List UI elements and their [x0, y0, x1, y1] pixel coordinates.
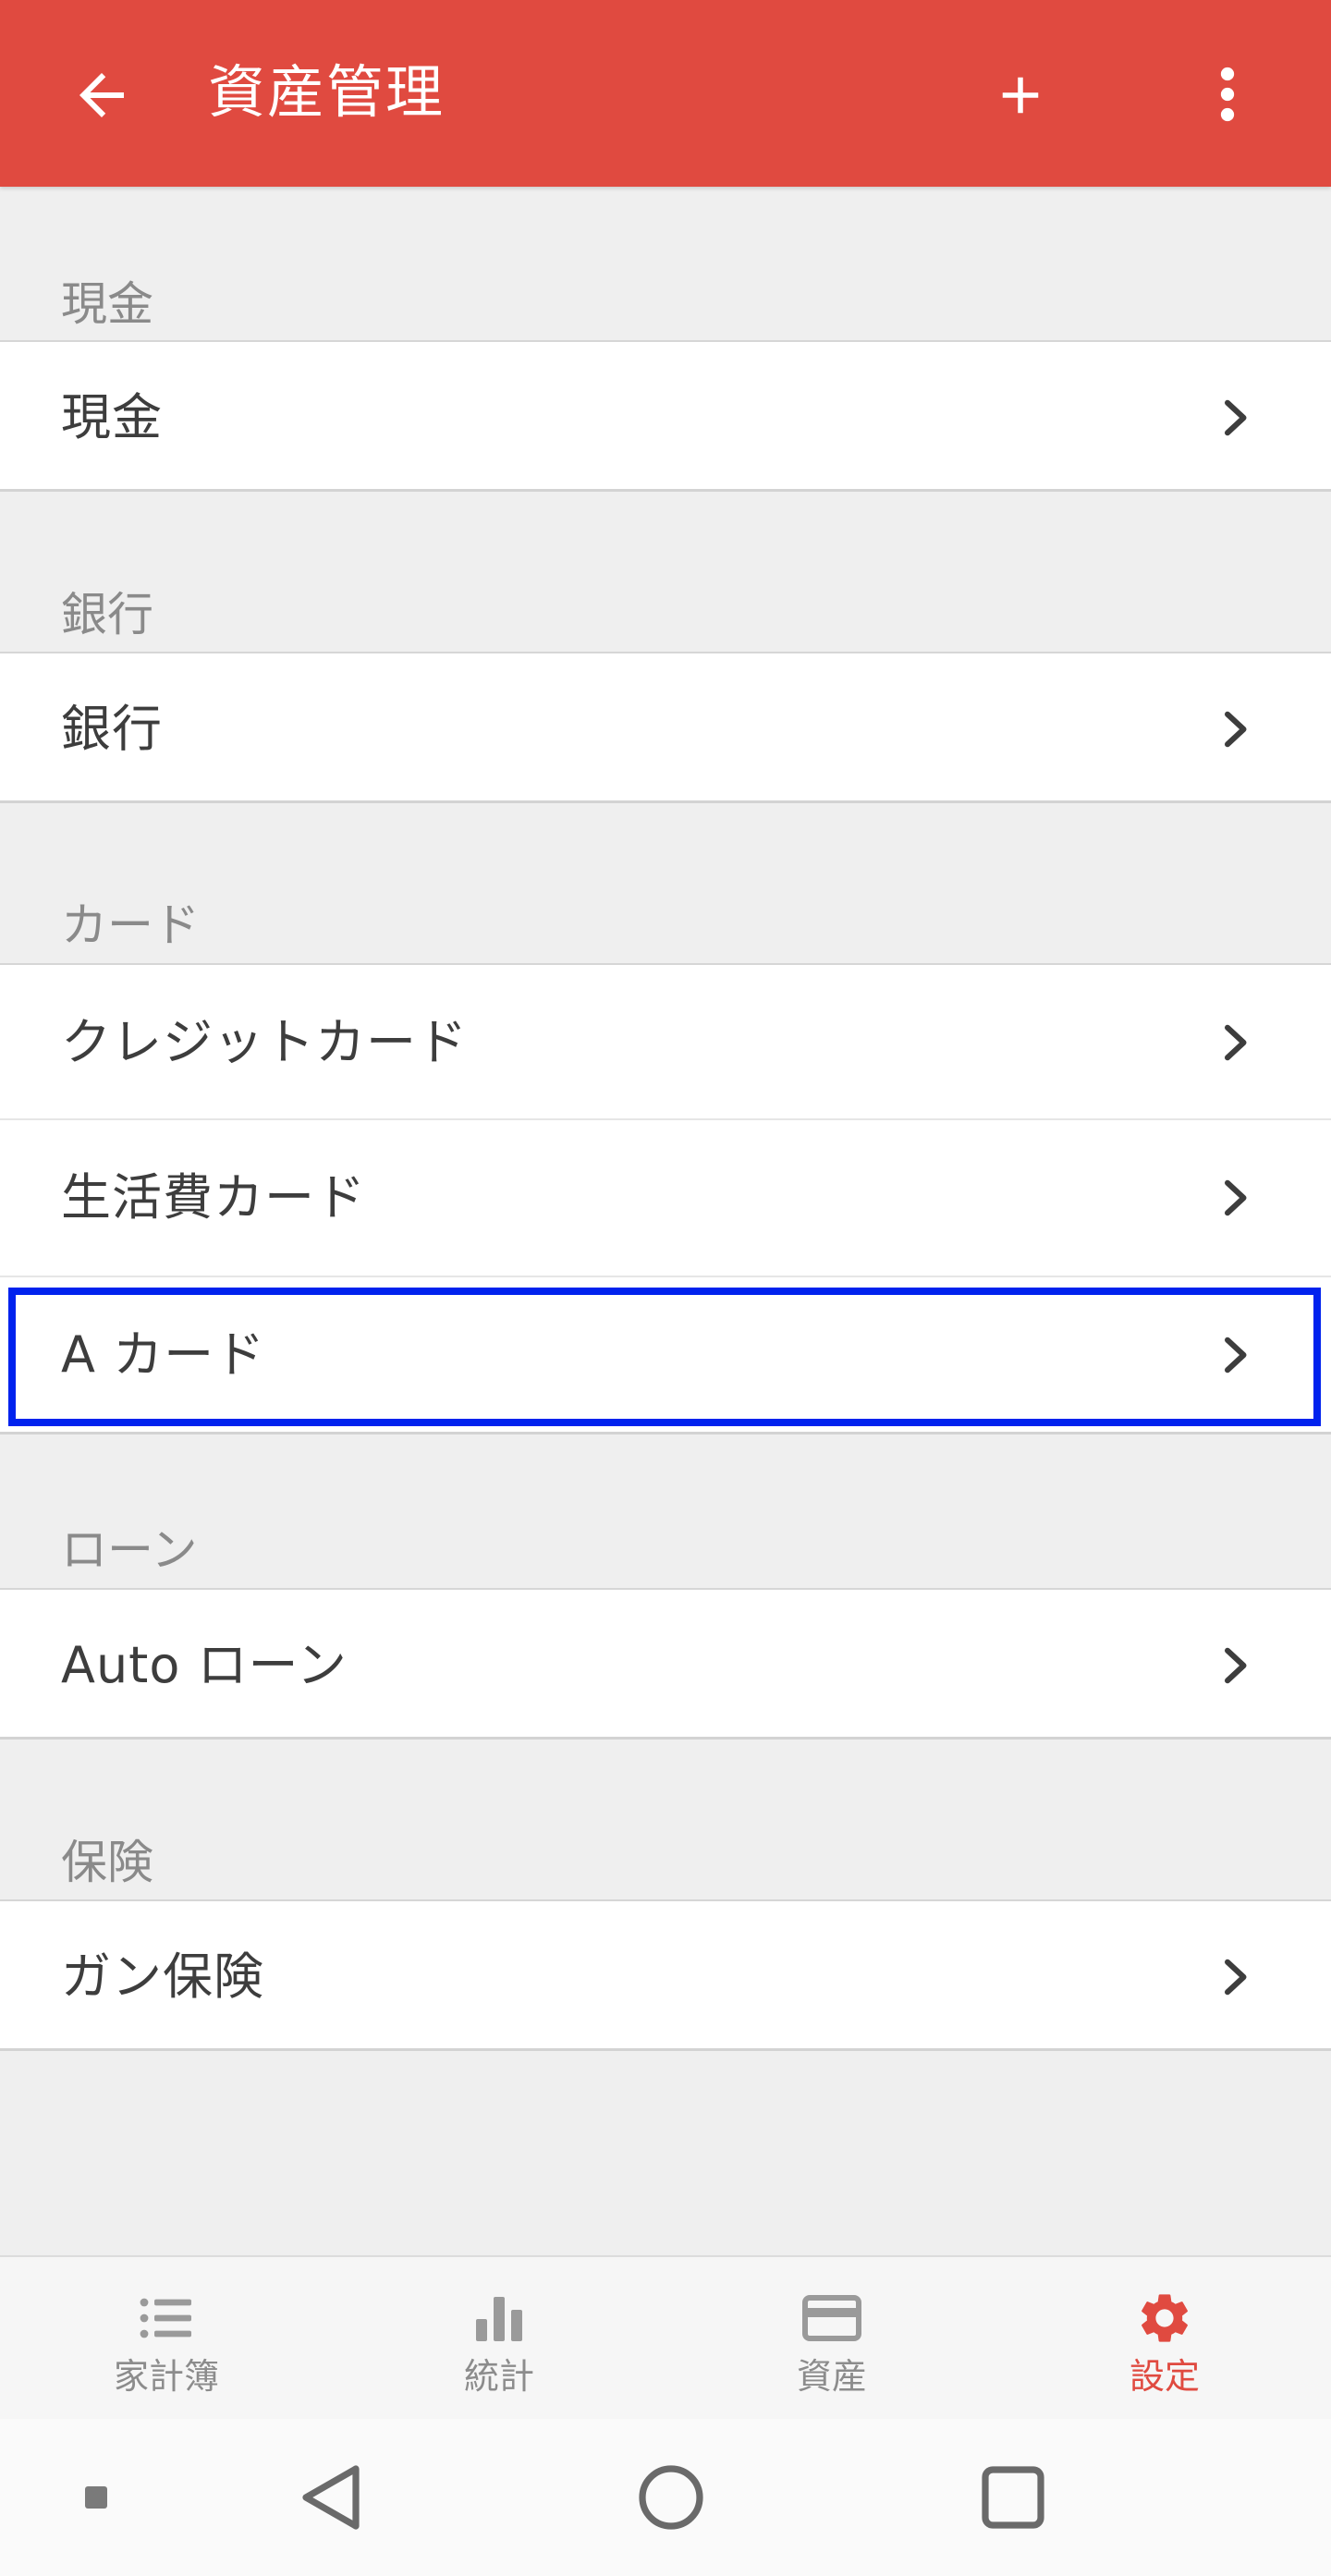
list-icon: [134, 2290, 199, 2346]
system-navigation-bar: [0, 2419, 1331, 2576]
more-options-button[interactable]: [1202, 57, 1253, 131]
list-item-label: クレジットカード: [61, 1013, 468, 1071]
section-header-loan: ローン: [61, 1523, 198, 1577]
list-item-label: Auto ローン: [61, 1636, 348, 1694]
page-title: 資産管理: [208, 58, 446, 126]
tab-assets[interactable]: 資産: [739, 2257, 924, 2419]
back-button[interactable]: [65, 60, 139, 129]
gear-icon: [1132, 2290, 1197, 2346]
list-item-label: 生活費カード: [61, 1168, 366, 1227]
chevron-right-icon: [1218, 342, 1255, 494]
section-header-bank: 銀行: [61, 588, 153, 641]
square-overview-icon: [982, 2466, 1044, 2529]
tab-label: 家計簿: [113, 2356, 219, 2397]
list-item-label: A カード: [61, 1325, 266, 1384]
chevron-right-icon: [1218, 653, 1255, 805]
credit-card-icon: [800, 2290, 864, 2346]
list-item-label: 銀行: [61, 700, 163, 758]
list-item[interactable]: 現金: [0, 340, 1331, 492]
system-overview-button[interactable]: [976, 2419, 1050, 2576]
app-root: 資産管理 現金 現金 銀行 銀行 カード クレジットカード 生活費カード A カ…: [0, 0, 1331, 2576]
tab-settings[interactable]: 設定: [1072, 2257, 1257, 2419]
tab-label: 統計: [463, 2356, 534, 2397]
chevron-right-icon: [1218, 1901, 1255, 2053]
tab-statistics[interactable]: 統計: [407, 2257, 592, 2419]
circle-home-icon: [639, 2465, 703, 2530]
arrow-left-icon: [79, 72, 124, 117]
system-home-button[interactable]: [634, 2419, 708, 2576]
recent-indicator-icon: [78, 2419, 115, 2576]
list-item[interactable]: 銀行: [0, 652, 1331, 803]
list-item-label: 現金: [61, 388, 163, 446]
list-item[interactable]: ガン保険: [0, 1899, 1331, 2051]
section-header-insurance: 保険: [61, 1836, 153, 1889]
chevron-right-icon: [1218, 1590, 1255, 1741]
bar-chart-icon: [467, 2290, 531, 2346]
system-back-button[interactable]: [294, 2419, 368, 2576]
triangle-back-icon: [302, 2465, 360, 2530]
tab-household-book[interactable]: 家計簿: [74, 2257, 259, 2419]
plus-icon: [1002, 77, 1039, 113]
chevron-right-icon: [1218, 965, 1255, 1120]
list-item[interactable]: 生活費カード: [0, 1120, 1331, 1277]
chevron-right-icon: [1218, 1120, 1255, 1276]
section-header-cash: 現金: [61, 277, 153, 331]
app-bar: 資産管理: [0, 0, 1331, 187]
bottom-navigation: 家計簿 統計 資産 設定: [0, 2255, 1331, 2419]
tab-label: 資産: [796, 2356, 867, 2397]
add-button[interactable]: [982, 60, 1059, 129]
more-vert-icon: [1220, 67, 1235, 122]
section-header-card: カード: [61, 898, 200, 952]
list-item-selected[interactable]: A カード: [0, 1277, 1331, 1435]
list-item-label: ガン保険: [61, 1947, 264, 2006]
list-item[interactable]: Auto ローン: [0, 1588, 1331, 1740]
list-item[interactable]: クレジットカード: [0, 963, 1331, 1120]
chevron-right-icon: [1218, 1277, 1255, 1433]
tab-label: 設定: [1129, 2356, 1200, 2397]
